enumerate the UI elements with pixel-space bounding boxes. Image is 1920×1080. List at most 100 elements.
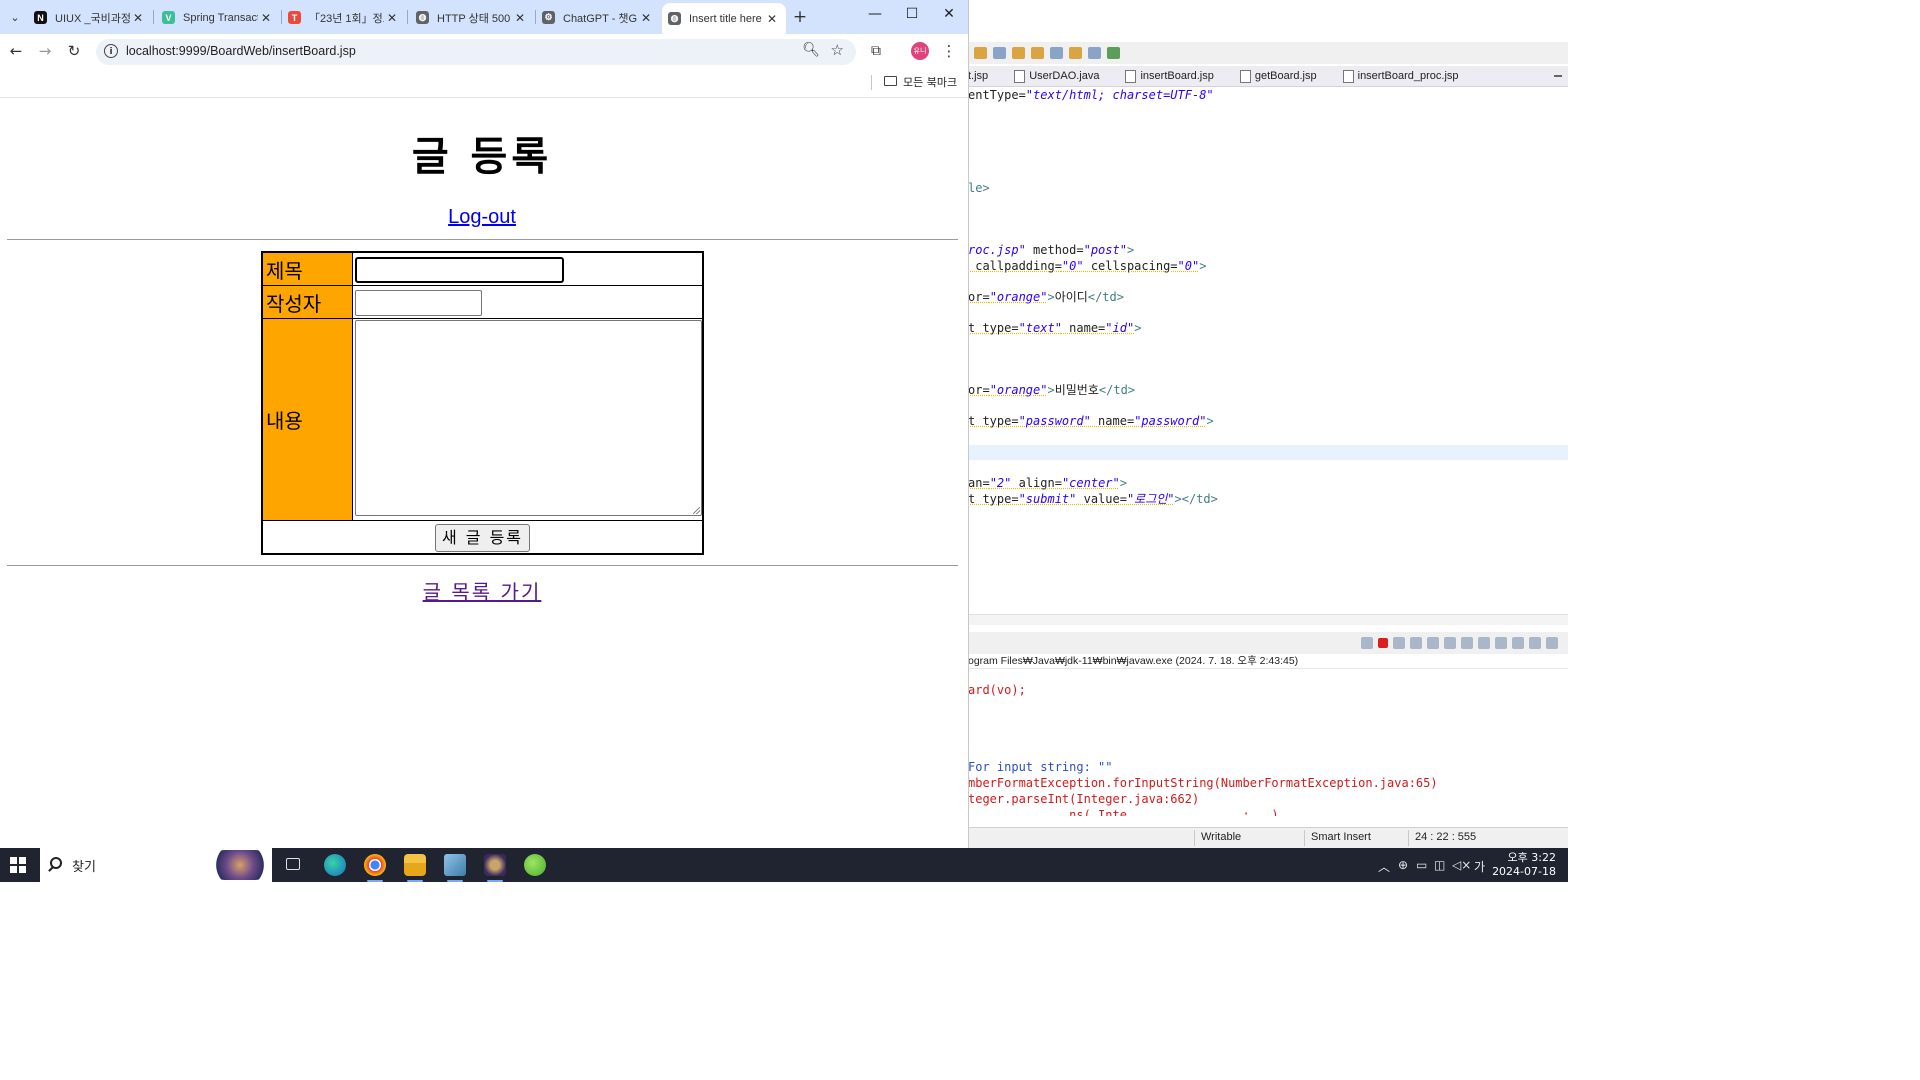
task-view-icon[interactable]: [286, 858, 300, 870]
close-tab-icon[interactable]: ✕: [258, 11, 274, 25]
resize-grip-icon[interactable]: [693, 507, 700, 514]
chrome-window: ⌄ + — ☐ ✕ N UIUX _국비과정 ✕ V Spring Transacti ✕…: [0, 0, 968, 848]
eclipse-icon[interactable]: [484, 854, 506, 882]
close-tab-icon[interactable]: ✕: [130, 11, 146, 25]
console-tool-icon[interactable]: [1546, 637, 1558, 649]
back-button[interactable]: ←: [5, 41, 27, 61]
browser-tab[interactable]: N UIUX _국비과정 ✕: [28, 5, 152, 30]
close-tab-icon[interactable]: ✕: [638, 11, 654, 25]
browser-tab[interactable]: ⚙ ChatGPT - 챗GP ✕: [536, 5, 660, 30]
address-bar[interactable]: i localhost:9999/BoardWeb/insertBoard.js…: [96, 39, 856, 65]
tab-separator: [153, 10, 154, 24]
volume-muted-icon[interactable]: ◁×: [1452, 858, 1471, 872]
eclipse-tool-icon[interactable]: [1012, 47, 1025, 59]
status-cursor-position: 24 : 22 : 555: [1415, 831, 1477, 843]
code-editor[interactable]: entType="text/html; charset=UTF-8" le> roc…: [968, 88, 1568, 618]
tab-title: 「23년 1회」정보: [309, 12, 384, 25]
logout-link[interactable]: Log-out: [0, 206, 964, 229]
back-icon[interactable]: [1069, 47, 1082, 59]
console-tool-icon[interactable]: [1427, 637, 1439, 649]
tab-title: ChatGPT - 챗GP: [563, 12, 638, 25]
submit-new-post-button[interactable]: 새 글 등록: [435, 524, 530, 552]
browser-tab[interactable]: ◍ Insert title here ✕: [662, 3, 786, 34]
content-textarea[interactable]: [355, 320, 702, 516]
pin-icon[interactable]: [1495, 637, 1507, 649]
title-input[interactable]: [355, 257, 564, 283]
vue-icon: V: [162, 11, 175, 24]
remove-all-icon[interactable]: [1410, 637, 1422, 649]
chrome-menu-icon[interactable]: ⋮: [940, 42, 958, 60]
spring-tools-icon[interactable]: [524, 854, 546, 876]
editor-tab[interactable]: t.jsp: [968, 70, 1000, 82]
taskbar-search-box[interactable]: 찾기: [40, 848, 272, 882]
eclipse-tool-icon[interactable]: [1050, 47, 1063, 59]
maximize-window-button[interactable]: ☐: [899, 6, 925, 28]
minimize-icon[interactable]: [1554, 75, 1562, 77]
forward-icon[interactable]: [1088, 47, 1101, 59]
notification-icon[interactable]: ◫: [1434, 858, 1445, 872]
close-tab-icon[interactable]: ✕: [764, 12, 780, 26]
edge-icon[interactable]: [324, 854, 346, 876]
eclipse-status-bar: Writable Smart Insert 24 : 22 : 555: [968, 827, 1568, 848]
tray-app-icon[interactable]: ⊕: [1398, 858, 1408, 872]
extensions-icon[interactable]: ⧉: [868, 43, 884, 59]
minimize-window-button[interactable]: —: [862, 6, 888, 28]
board-list-link[interactable]: 글 목록 가기: [0, 576, 964, 605]
browser-tab[interactable]: V Spring Transacti ✕: [156, 5, 280, 30]
browser-tab[interactable]: ◍ HTTP 상태 500 ✕: [410, 5, 534, 30]
editor-tab-label: UserDAO.java: [1029, 70, 1100, 82]
scroll-lock-icon[interactable]: [1444, 637, 1456, 649]
close-window-button[interactable]: ✕: [936, 6, 962, 28]
network-icon[interactable]: ▭: [1416, 858, 1427, 872]
code-line: roc.jsp" method="post">: [968, 243, 1135, 257]
chevron-up-icon[interactable]: ︿: [1378, 858, 1390, 875]
bookmarks-bar: 모든 북마크: [0, 68, 968, 98]
ime-indicator[interactable]: 가: [1474, 858, 1485, 875]
close-tab-icon[interactable]: ✕: [384, 11, 400, 25]
editor-tab[interactable]: getBoard.jsp: [1226, 69, 1329, 83]
file-icon: [1239, 69, 1251, 83]
editor-scrollbar[interactable]: [968, 614, 1568, 625]
clock-time: 오후 3:22: [1507, 851, 1556, 864]
file-explorer-icon[interactable]: [404, 854, 426, 882]
eclipse-tool-icon[interactable]: [1107, 47, 1120, 59]
title-label: 제목: [262, 252, 353, 286]
site-info-icon[interactable]: i: [104, 44, 118, 58]
display-console-icon[interactable]: [1512, 637, 1524, 649]
console-tool-icon[interactable]: [1461, 637, 1473, 649]
reload-button[interactable]: ↻: [63, 41, 85, 61]
page-title: 글 등록: [411, 134, 553, 180]
remove-launch-icon[interactable]: [1393, 637, 1405, 649]
profile-avatar[interactable]: 유니: [911, 42, 929, 60]
eclipse-tool-icon[interactable]: [1031, 47, 1044, 59]
folder-icon[interactable]: [884, 76, 897, 86]
new-tab-button[interactable]: +: [790, 7, 810, 27]
tab-title: Insert title here: [689, 12, 762, 25]
address-url[interactable]: localhost:9999/BoardWeb/insertBoard.jsp: [126, 44, 356, 58]
editor-tab[interactable]: UserDAO.java: [1000, 69, 1111, 83]
chrome-icon[interactable]: [364, 854, 386, 882]
close-tab-icon[interactable]: ✕: [512, 11, 528, 25]
media-player-icon[interactable]: [444, 854, 466, 882]
search-highlight-image[interactable]: [210, 850, 270, 880]
zoom-icon[interactable]: 🔍︎: [802, 42, 820, 58]
tab-search-chevron-icon[interactable]: ⌄: [4, 6, 26, 28]
console-tool-icon[interactable]: [1478, 637, 1490, 649]
browser-tab[interactable]: T 「23년 1회」정보✕: [282, 5, 406, 30]
writer-input[interactable]: [355, 290, 482, 316]
open-console-icon[interactable]: [1529, 637, 1541, 649]
terminate-icon[interactable]: [1378, 638, 1388, 648]
taskbar-clock[interactable]: 오후 3:22 2024-07-18: [1492, 851, 1556, 879]
console-output[interactable]: ard(vo); For input string: "" mberFormatEx…: [968, 670, 1568, 816]
editor-tab[interactable]: insertBoard.jsp: [1111, 69, 1225, 83]
editor-tab-label: getBoard.jsp: [1254, 70, 1317, 82]
eclipse-tool-icon[interactable]: [974, 47, 987, 59]
forward-button[interactable]: →: [34, 41, 56, 61]
bookmark-star-icon[interactable]: ☆: [831, 41, 844, 59]
eclipse-tool-icon[interactable]: [993, 47, 1006, 59]
all-bookmarks-button[interactable]: 모든 북마크: [903, 74, 957, 90]
windows-start-icon[interactable]: [10, 857, 26, 873]
editor-tab[interactable]: insertBoard_proc.jsp: [1329, 69, 1471, 83]
code-line: an="2" align="center">: [968, 476, 1127, 490]
console-tool-icon[interactable]: [1361, 637, 1373, 649]
